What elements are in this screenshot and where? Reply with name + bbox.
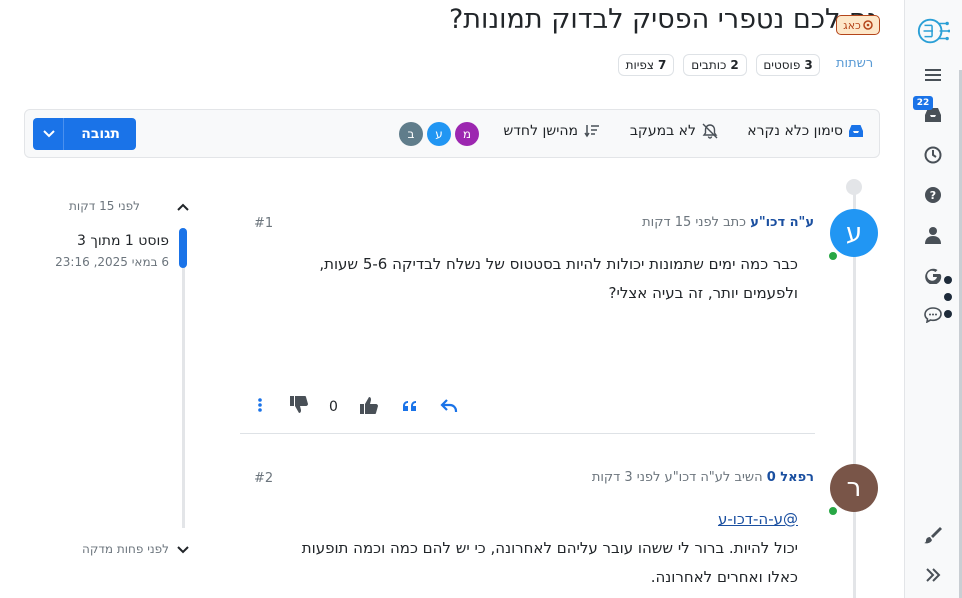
posts-count-badge: 3 פוסטים: [756, 54, 820, 76]
watch-label: לא במעקב: [629, 123, 696, 139]
thumbs-down-icon[interactable]: [288, 395, 310, 415]
help-icon[interactable]: ?: [916, 180, 950, 210]
biohazard-icon: [863, 20, 873, 30]
sort-icon: [584, 125, 599, 138]
participant-avatar[interactable]: ע: [427, 122, 451, 146]
posts-count: 3: [804, 58, 813, 72]
thumbs-up-icon[interactable]: [358, 395, 380, 415]
online-status-dot: [827, 250, 839, 262]
chevron-down-icon[interactable]: [42, 124, 56, 144]
sort-button[interactable]: מהישן לחדש: [503, 123, 600, 139]
post-meta[interactable]: כתב לפני 15 דקות: [642, 215, 746, 230]
posts-label: פוסטים: [763, 58, 801, 72]
timeline-position: פוסט 1 מתוך 3: [77, 233, 169, 249]
thread-start-dot: [846, 179, 862, 195]
post-text-line: יכול להיות. ברור לי ששהו עובר עליהם לאחר…: [301, 539, 798, 557]
topic-tag[interactable]: רשתות: [836, 56, 873, 71]
participant-avatar[interactable]: ב: [399, 122, 423, 146]
post-author[interactable]: ע"ה דכו"ע: [750, 215, 814, 230]
post-content: כבר כמה ימים שתמונות יכולות להיות בסטטוס…: [319, 250, 798, 308]
online-status-dot: [827, 505, 839, 517]
chevron-up-icon[interactable]: [176, 201, 190, 213]
reply-button[interactable]: תגובה: [33, 118, 136, 150]
status-dot: [944, 293, 952, 301]
category-badge[interactable]: כאג: [836, 15, 880, 35]
post-header: רפאל 0 השיב לע"ה דכו"ע לפני 3 דקות: [592, 470, 814, 485]
vote-count: 0: [329, 399, 338, 415]
inbox-icon: [849, 125, 863, 137]
google-icon[interactable]: [916, 260, 950, 290]
reply-arrow-icon[interactable]: [440, 398, 458, 414]
status-dot: [944, 276, 952, 284]
skin-brush-icon[interactable]: [916, 520, 950, 550]
post-header: ע"ה דכו"ע כתב לפני 15 דקות: [642, 215, 814, 230]
timeline-top-time[interactable]: לפני 15 דקות: [69, 199, 140, 213]
timeline-bottom-time[interactable]: לפני פחות מדקה: [82, 542, 169, 556]
expand-sidebar-icon[interactable]: [916, 560, 950, 590]
post-text-line: ולפעמים יותר, זה בעיה אצלי?: [608, 284, 798, 302]
writers-label: כותבים: [691, 58, 727, 72]
reply-divider: [63, 118, 64, 150]
post-text-line: כאלו ואחרים לאחרונה.: [650, 568, 798, 586]
participant-avatar[interactable]: מ: [455, 122, 479, 146]
user-icon[interactable]: [916, 220, 950, 250]
quote-icon[interactable]: [402, 400, 418, 412]
views-count-badge: 7 צפיות: [618, 54, 674, 76]
writers-count: 2: [730, 58, 739, 72]
mark-unread-button[interactable]: סימון כלא נקרא: [747, 123, 863, 139]
post-index[interactable]: #2: [254, 471, 273, 486]
brand-logo[interactable]: [916, 14, 950, 48]
watch-button[interactable]: לא במעקב: [630, 123, 718, 139]
chevron-down-icon[interactable]: [176, 544, 190, 556]
reply-label: תגובה: [81, 126, 120, 142]
writers-count-badge: 2 כותבים: [683, 54, 747, 76]
status-dot: [944, 310, 952, 318]
timeline-date: 6 במאי 2025, 23:16: [55, 255, 169, 269]
recent-icon[interactable]: [916, 140, 950, 170]
timeline-track[interactable]: [182, 228, 185, 528]
menu-icon[interactable]: [916, 60, 950, 90]
views-label: צפיות: [625, 58, 655, 72]
post-text-line: כבר כמה ימים שתמונות יכולות להיות בסטטוס…: [319, 255, 798, 273]
post-author-avatar[interactable]: ר: [830, 464, 878, 512]
topic-title: גם לכם נטפרי הפסיק לבדוק תמונות?: [448, 4, 878, 35]
post-author[interactable]: רפאל 0: [767, 470, 814, 485]
bell-slash-icon: [702, 123, 718, 139]
post-author-avatar[interactable]: ע: [830, 209, 878, 257]
notification-count-badge: 22: [913, 96, 933, 110]
svg-text:?: ?: [930, 189, 936, 202]
user-mention-link[interactable]: @ע-ה-דכו-ע: [718, 510, 798, 528]
post-divider: [240, 433, 815, 434]
post-meta[interactable]: השיב לע"ה דכו"ע לפני 3 דקות: [592, 470, 763, 485]
brain-logo-icon: [917, 18, 950, 44]
views-count: 7: [658, 58, 667, 72]
more-options-icon[interactable]: [256, 397, 264, 413]
category-label: כאג: [843, 18, 861, 32]
timeline-handle[interactable]: [179, 228, 187, 268]
mark-unread-label: סימון כלא נקרא: [747, 123, 843, 139]
post-index[interactable]: #1: [254, 216, 273, 231]
post-content: @ע-ה-דכו-ע יכול להיות. ברור לי ששהו עובר…: [302, 505, 798, 592]
sort-label: מהישן לחדש: [503, 123, 578, 139]
